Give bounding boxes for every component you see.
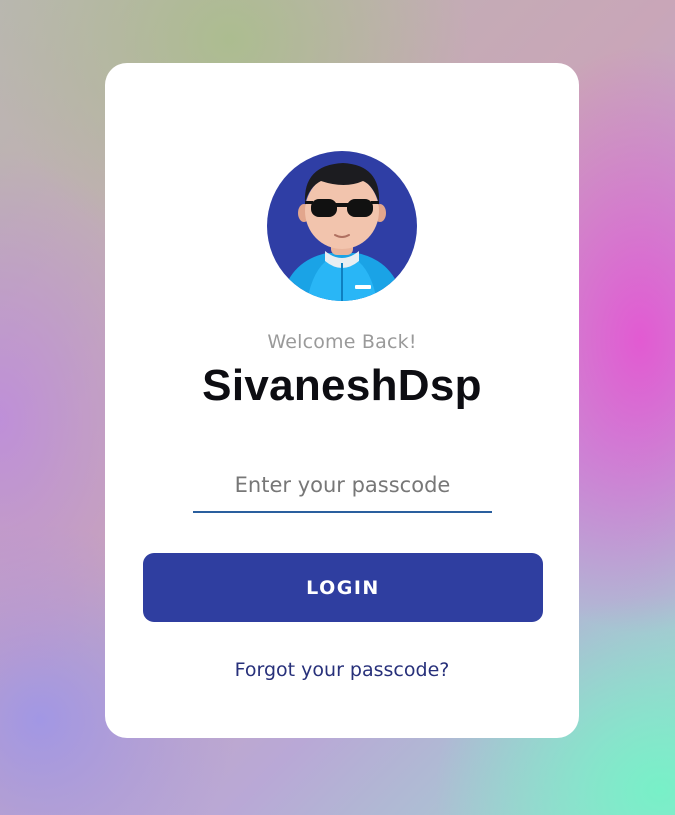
welcome-text: Welcome Back! <box>267 331 417 353</box>
avatar <box>267 151 417 301</box>
passcode-input[interactable] <box>193 459 492 513</box>
login-button[interactable]: LOGIN <box>143 553 543 622</box>
login-card: Welcome Back! SivaneshDsp LOGIN Forgot y… <box>105 63 579 738</box>
username-heading: SivaneshDsp <box>202 361 482 410</box>
user-avatar-icon <box>281 163 403 301</box>
forgot-passcode-link[interactable]: Forgot your passcode? <box>105 659 579 681</box>
